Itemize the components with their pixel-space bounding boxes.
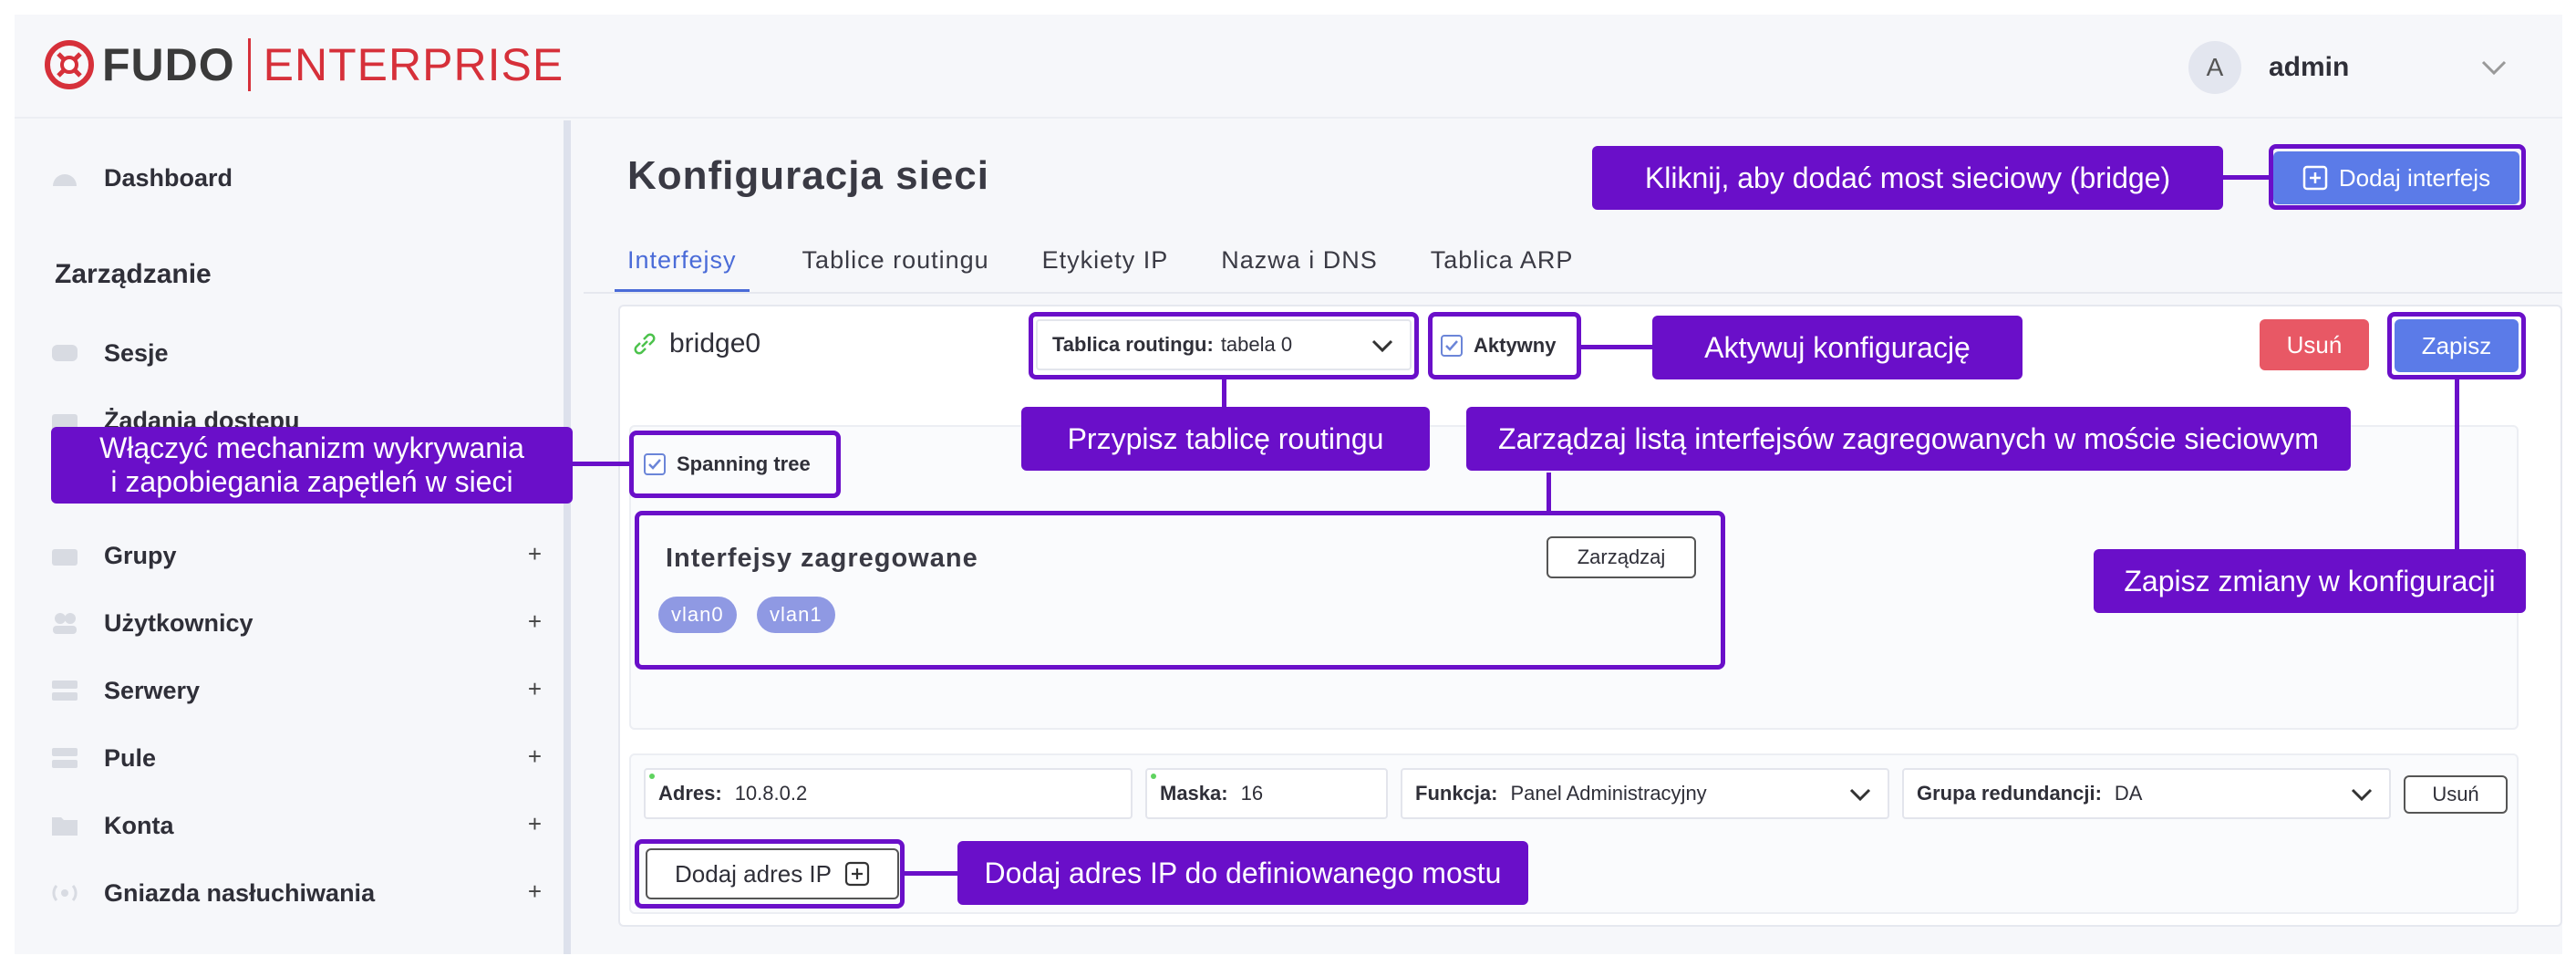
callout-stp-line2: i zapobiegania zapętleń w sieci — [110, 465, 513, 498]
sidebar-item-label: Sesje — [104, 338, 169, 367]
chevron-down-icon — [2351, 788, 2373, 802]
highlight-routing-table — [1029, 312, 1419, 379]
fudo-logo-icon — [45, 40, 94, 89]
sidebar-item-label: Dashboard — [104, 163, 233, 192]
server-icon — [52, 680, 78, 701]
callout-activate: Aktywuj konfigurację — [1652, 316, 2023, 379]
tab-arp-table[interactable]: Tablica ARP — [1431, 246, 1574, 292]
highlight-add-ip — [635, 839, 905, 909]
tabs-divider — [584, 292, 2562, 294]
sessions-icon — [52, 345, 78, 361]
valid-dot — [649, 774, 655, 779]
function-label: Funkcja: — [1415, 782, 1498, 805]
sidebar-item-pools[interactable]: Pule + — [49, 735, 542, 781]
expand-icon[interactable]: + — [528, 540, 542, 568]
broadcast-icon — [52, 885, 78, 901]
dashboard-icon — [53, 174, 77, 186]
tab-name-dns[interactable]: Nazwa i DNS — [1221, 246, 1378, 292]
tab-interfaces[interactable]: Interfejsy — [615, 246, 750, 292]
mask-label: Maska: — [1160, 782, 1228, 805]
callout-stp-line1: Włączyć mechanizm wykrywania — [99, 431, 524, 465]
interface-name-text: bridge0 — [669, 328, 761, 358]
highlight-add-interface — [2269, 144, 2526, 210]
callout-assign-routing: Przypisz tablicę routingu — [1021, 407, 1430, 471]
user-name: admin — [2269, 52, 2350, 82]
expand-icon[interactable]: + — [528, 810, 542, 838]
avatar: A — [2188, 41, 2241, 94]
connector-line — [1547, 473, 1551, 511]
delete-interface-button[interactable]: Usuń — [2260, 319, 2369, 370]
sidebar-item-label: Grupy — [104, 541, 177, 569]
expand-icon[interactable]: + — [528, 608, 542, 636]
connector-line — [1581, 345, 1654, 349]
app-window: FUDO ENTERPRISE A admin Dashboard Zarząd… — [0, 0, 2576, 966]
sidebar-section-title: Zarządzanie — [55, 259, 212, 289]
sidebar-item-listeners[interactable]: Gniazda nasłuchiwania + — [49, 870, 542, 916]
page-title: Konfiguracja sieci — [627, 153, 990, 198]
sidebar-item-label: Konta — [104, 811, 174, 839]
sidebar-item-accounts[interactable]: Konta + — [49, 803, 542, 848]
sidebar: Dashboard Zarządzanie Sesje Żądania dost… — [15, 120, 571, 954]
connector-line — [2223, 175, 2271, 180]
address-label: Adres: — [658, 782, 722, 805]
callout-add-ip: Dodaj adres IP do definiowanego mostu — [957, 841, 1528, 905]
function-value: Panel Administracyjny — [1510, 782, 1707, 805]
redundancy-label: Grupa redundancji: — [1917, 782, 2102, 805]
sidebar-item-label: Użytkownicy — [104, 608, 253, 637]
connector-line — [573, 462, 629, 466]
valid-dot — [1151, 774, 1156, 779]
address-value: 10.8.0.2 — [734, 782, 808, 805]
callout-spanning-tree: Włączyć mechanizm wykrywania i zapobiega… — [51, 427, 573, 504]
connector-line — [905, 871, 957, 876]
callout-manage-list: Zarządzaj listą interfejsów zagregowanyc… — [1466, 407, 2351, 471]
highlight-active — [1428, 312, 1581, 379]
redundancy-group-select[interactable]: Grupa redundancji: DA — [1902, 768, 2391, 819]
expand-icon[interactable]: + — [528, 675, 542, 703]
top-header: FUDO ENTERPRISE A admin — [15, 15, 2562, 119]
users-icon — [53, 613, 77, 634]
mask-field[interactable]: Maska: 16 — [1145, 768, 1388, 819]
sidebar-item-label: Pule — [104, 743, 157, 772]
sidebar-item-groups[interactable]: Grupy + — [49, 533, 542, 578]
interface-name: bridge0 — [631, 328, 760, 359]
sidebar-item-sessions[interactable]: Sesje — [49, 330, 542, 376]
address-field[interactable]: Adres: 10.8.0.2 — [644, 768, 1133, 819]
sidebar-item-label: Gniazda nasłuchiwania — [104, 878, 376, 907]
redundancy-value: DA — [2114, 782, 2143, 805]
tab-ip-labels[interactable]: Etykiety IP — [1042, 246, 1169, 292]
chevron-down-icon — [1849, 788, 1871, 802]
connector-line — [1222, 379, 1226, 407]
expand-icon[interactable]: + — [528, 878, 542, 906]
sidebar-item-dashboard[interactable]: Dashboard — [49, 155, 542, 201]
link-icon — [634, 333, 656, 355]
expand-icon[interactable]: + — [528, 743, 542, 771]
logo-brand: FUDO — [102, 39, 235, 90]
tab-bar: Interfejsy Tablice routingu Etykiety IP … — [615, 246, 1626, 292]
logo-separator — [247, 38, 251, 91]
callout-save-changes: Zapisz zmiany w konfiguracji — [2094, 549, 2526, 613]
highlight-save — [2387, 312, 2526, 379]
folder-icon — [52, 817, 78, 836]
pool-icon — [52, 748, 78, 768]
chevron-down-icon[interactable] — [2478, 52, 2509, 83]
mask-value: 16 — [1240, 782, 1264, 805]
logo-product: ENTERPRISE — [263, 39, 564, 90]
highlight-aggregated — [635, 511, 1725, 670]
function-select[interactable]: Funkcja: Panel Administracyjny — [1401, 768, 1889, 819]
groups-icon — [52, 549, 78, 566]
sidebar-item-servers[interactable]: Serwery + — [49, 668, 542, 713]
highlight-spanning-tree — [629, 431, 841, 498]
sidebar-item-label: Serwery — [104, 676, 201, 704]
callout-add-bridge: Kliknij, aby dodać most sieciowy (bridge… — [1592, 146, 2223, 210]
tab-routing-tables[interactable]: Tablice routingu — [802, 246, 989, 292]
user-menu[interactable]: A admin — [2188, 40, 2509, 95]
delete-address-button[interactable]: Usuń — [2404, 775, 2508, 814]
sidebar-item-users[interactable]: Użytkownicy + — [49, 600, 542, 646]
logo[interactable]: FUDO ENTERPRISE — [42, 33, 564, 97]
connector-line — [2455, 379, 2459, 549]
